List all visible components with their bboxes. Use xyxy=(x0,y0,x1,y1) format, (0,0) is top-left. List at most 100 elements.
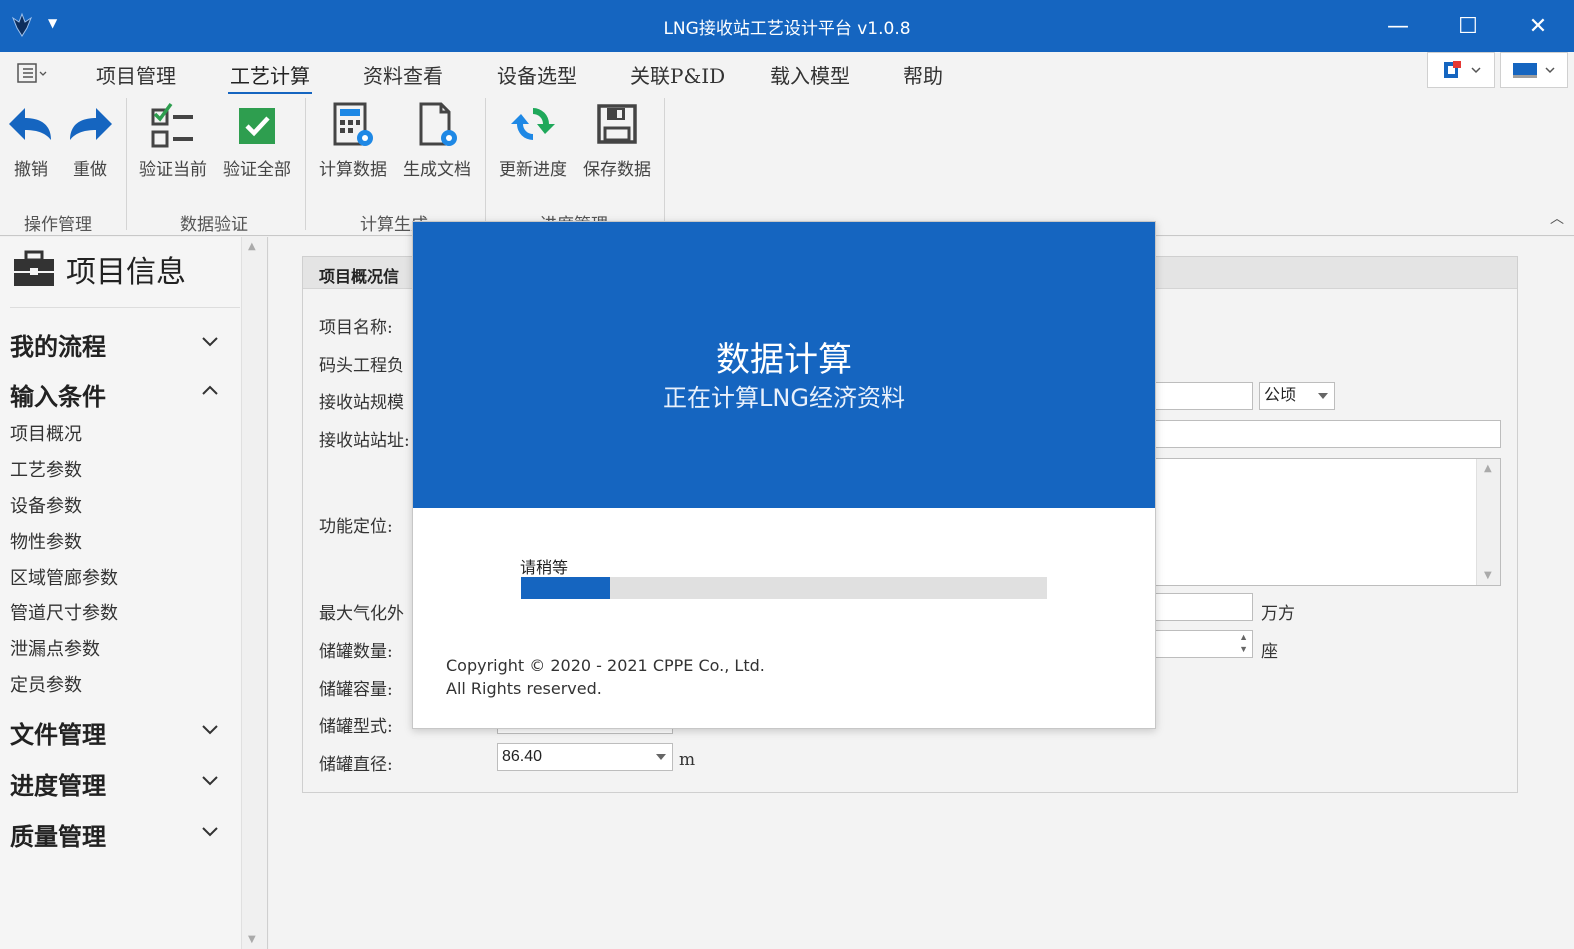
sidebar-section-progress[interactable]: 进度管理 xyxy=(10,766,106,801)
copyright-text: Copyright © 2020 - 2021 CPPE Co., Ltd. A… xyxy=(446,654,765,700)
dialog-subtitle: 正在计算LNG经济资料 xyxy=(663,384,905,412)
maximize-button[interactable]: ☐ xyxy=(1433,0,1503,52)
label-tank-capacity: 储罐容量: xyxy=(319,680,393,700)
menu-related-pid[interactable]: 关联P&ID xyxy=(630,60,725,89)
scroll-up-icon[interactable]: ▲ xyxy=(248,241,256,252)
close-button[interactable]: ✕ xyxy=(1503,0,1573,52)
dialog-title: 数据计算 xyxy=(716,340,852,380)
ribbon-collapse-icon[interactable]: ︿ xyxy=(1550,208,1564,228)
sidebar-item-staffing-params[interactable]: 定员参数 xyxy=(10,671,82,697)
undo-label: 撤销 xyxy=(14,160,48,180)
function-textarea[interactable]: ▲ ▼ xyxy=(1103,458,1501,586)
save-data-button[interactable]: 保存数据 xyxy=(580,100,654,180)
sidebar-item-pipe-size-params[interactable]: 管道尺寸参数 xyxy=(10,599,118,625)
menu-load-model[interactable]: 载入模型 xyxy=(770,60,850,89)
menu-data-view[interactable]: 资料查看 xyxy=(363,60,443,89)
redo-button[interactable]: 重做 xyxy=(64,100,116,180)
checklist-icon xyxy=(151,102,193,148)
sidebar-item-physical-params[interactable]: 物性参数 xyxy=(10,528,82,554)
area-unit-value: 公顷 xyxy=(1264,387,1297,404)
sidebar-section-files[interactable]: 文件管理 xyxy=(10,715,106,750)
briefcase-icon xyxy=(14,250,54,286)
window-title: LNG接收站工艺设计平台 v1.0.8 xyxy=(663,19,911,39)
ribbon-separator xyxy=(305,98,306,230)
progress-bar xyxy=(521,577,1047,599)
chevron-down-icon[interactable] xyxy=(200,825,220,839)
menu-process-calculation[interactable]: 工艺计算 xyxy=(228,60,312,95)
group-label-ops: 操作管理 xyxy=(24,215,92,235)
generate-document-label: 生成文档 xyxy=(403,160,471,180)
update-progress-button[interactable]: 更新进度 xyxy=(496,100,570,180)
chevron-down-icon[interactable] xyxy=(200,335,220,349)
sidebar-scrollbar[interactable]: ▲ ▼ xyxy=(241,237,267,949)
calculate-data-label: 计算数据 xyxy=(319,160,387,180)
menu-help[interactable]: 帮助 xyxy=(903,60,943,89)
theme-color-icon xyxy=(1513,63,1537,78)
scroll-down-icon[interactable]: ▼ xyxy=(248,934,256,945)
ribbon-separator xyxy=(485,98,486,230)
validate-all-label: 验证全部 xyxy=(223,160,291,180)
label-max-gasification: 最大气化外 xyxy=(319,604,404,624)
label-tank-type: 储罐型式: xyxy=(319,717,393,737)
menu-equipment-selection[interactable]: 设备选型 xyxy=(497,60,577,89)
close-icon: ✕ xyxy=(1528,13,1548,39)
stepper-arrows-icon[interactable]: ▲ ▼ xyxy=(1239,631,1248,655)
sidebar-item-equipment-params[interactable]: 设备参数 xyxy=(10,492,82,518)
theme-dropdown[interactable] xyxy=(1500,52,1568,88)
sidebar: 项目信息 我的流程 输入条件 项目概况 工艺参数 设备参数 物性参数 区域管廊参… xyxy=(0,237,268,949)
dropdown-arrow-icon xyxy=(1318,393,1328,399)
scroll-up-icon[interactable]: ▲ xyxy=(1484,463,1492,474)
validate-all-button[interactable]: 验证全部 xyxy=(220,100,294,180)
ribbon-separator xyxy=(126,98,127,230)
copyright-line-2: All Rights reserved. xyxy=(446,679,602,698)
undo-button[interactable]: 撤销 xyxy=(6,100,56,180)
sidebar-section-my-flow[interactable]: 我的流程 xyxy=(10,327,106,362)
sidebar-item-pipe-rack-params[interactable]: 区域管廊参数 xyxy=(10,564,118,590)
generate-document-button[interactable]: 生成文档 xyxy=(400,100,474,180)
chevron-down-icon xyxy=(1545,67,1555,74)
calculate-data-button[interactable]: 计算数据 xyxy=(316,100,390,180)
checkbox-checked-icon xyxy=(239,108,275,144)
sidebar-title: 项目信息 xyxy=(66,255,186,290)
panel-title: 项目概况信 xyxy=(319,267,400,286)
chevron-up-icon[interactable] xyxy=(200,383,220,397)
dialog-banner: 数据计算 正在计算LNG经济资料 xyxy=(413,222,1155,508)
sidebar-section-input[interactable]: 输入条件 xyxy=(10,377,106,412)
sidebar-section-quality[interactable]: 质量管理 xyxy=(10,817,106,852)
floppy-disk-icon xyxy=(597,104,637,144)
save-data-label: 保存数据 xyxy=(583,160,651,180)
sidebar-item-leak-point-params[interactable]: 泄漏点参数 xyxy=(10,635,100,661)
office-dropdown[interactable] xyxy=(1427,52,1495,88)
progress-bar-fill xyxy=(521,577,611,599)
validate-current-button[interactable]: 验证当前 xyxy=(136,100,210,180)
scroll-down-icon[interactable]: ▼ xyxy=(1484,570,1492,581)
calculator-gear-icon xyxy=(333,102,373,146)
textarea-scrollbar[interactable]: ▲ ▼ xyxy=(1476,459,1500,585)
redo-label: 重做 xyxy=(73,160,107,180)
group-label-validate: 数据验证 xyxy=(180,215,248,235)
refresh-icon xyxy=(511,108,555,140)
sidebar-item-project-overview[interactable]: 项目概况 xyxy=(10,420,82,446)
sidebar-divider xyxy=(10,307,240,308)
unit-gas: 万方 xyxy=(1261,604,1295,624)
ribbon-menu-icon[interactable] xyxy=(16,62,52,84)
sidebar-header: 项目信息 xyxy=(12,247,186,291)
update-progress-label: 更新进度 xyxy=(499,160,567,180)
site-input[interactable] xyxy=(1103,420,1501,448)
area-unit-select[interactable]: 公顷 xyxy=(1259,382,1335,410)
sidebar-item-process-params[interactable]: 工艺参数 xyxy=(10,456,82,482)
label-pier: 码头工程负 xyxy=(319,356,404,376)
menu-bar: 项目管理 工艺计算 资料查看 设备选型 关联P&ID 载入模型 帮助 xyxy=(0,52,1574,95)
tank-diameter-select[interactable]: 86.40 xyxy=(497,743,673,771)
label-tank-diameter: 储罐直径: xyxy=(319,755,393,775)
chevron-down-icon[interactable] xyxy=(200,723,220,737)
label-site: 接收站站址: xyxy=(319,431,410,451)
undo-arrow-icon xyxy=(9,108,51,140)
unit-diameter: m xyxy=(679,750,696,770)
menu-project-management[interactable]: 项目管理 xyxy=(96,60,176,89)
chevron-down-icon[interactable] xyxy=(200,774,220,788)
tank-diameter-value: 86.40 xyxy=(502,748,543,765)
office-icon xyxy=(1444,61,1461,78)
minimize-button[interactable]: — xyxy=(1363,0,1433,52)
dropdown-arrow-icon xyxy=(656,754,666,760)
